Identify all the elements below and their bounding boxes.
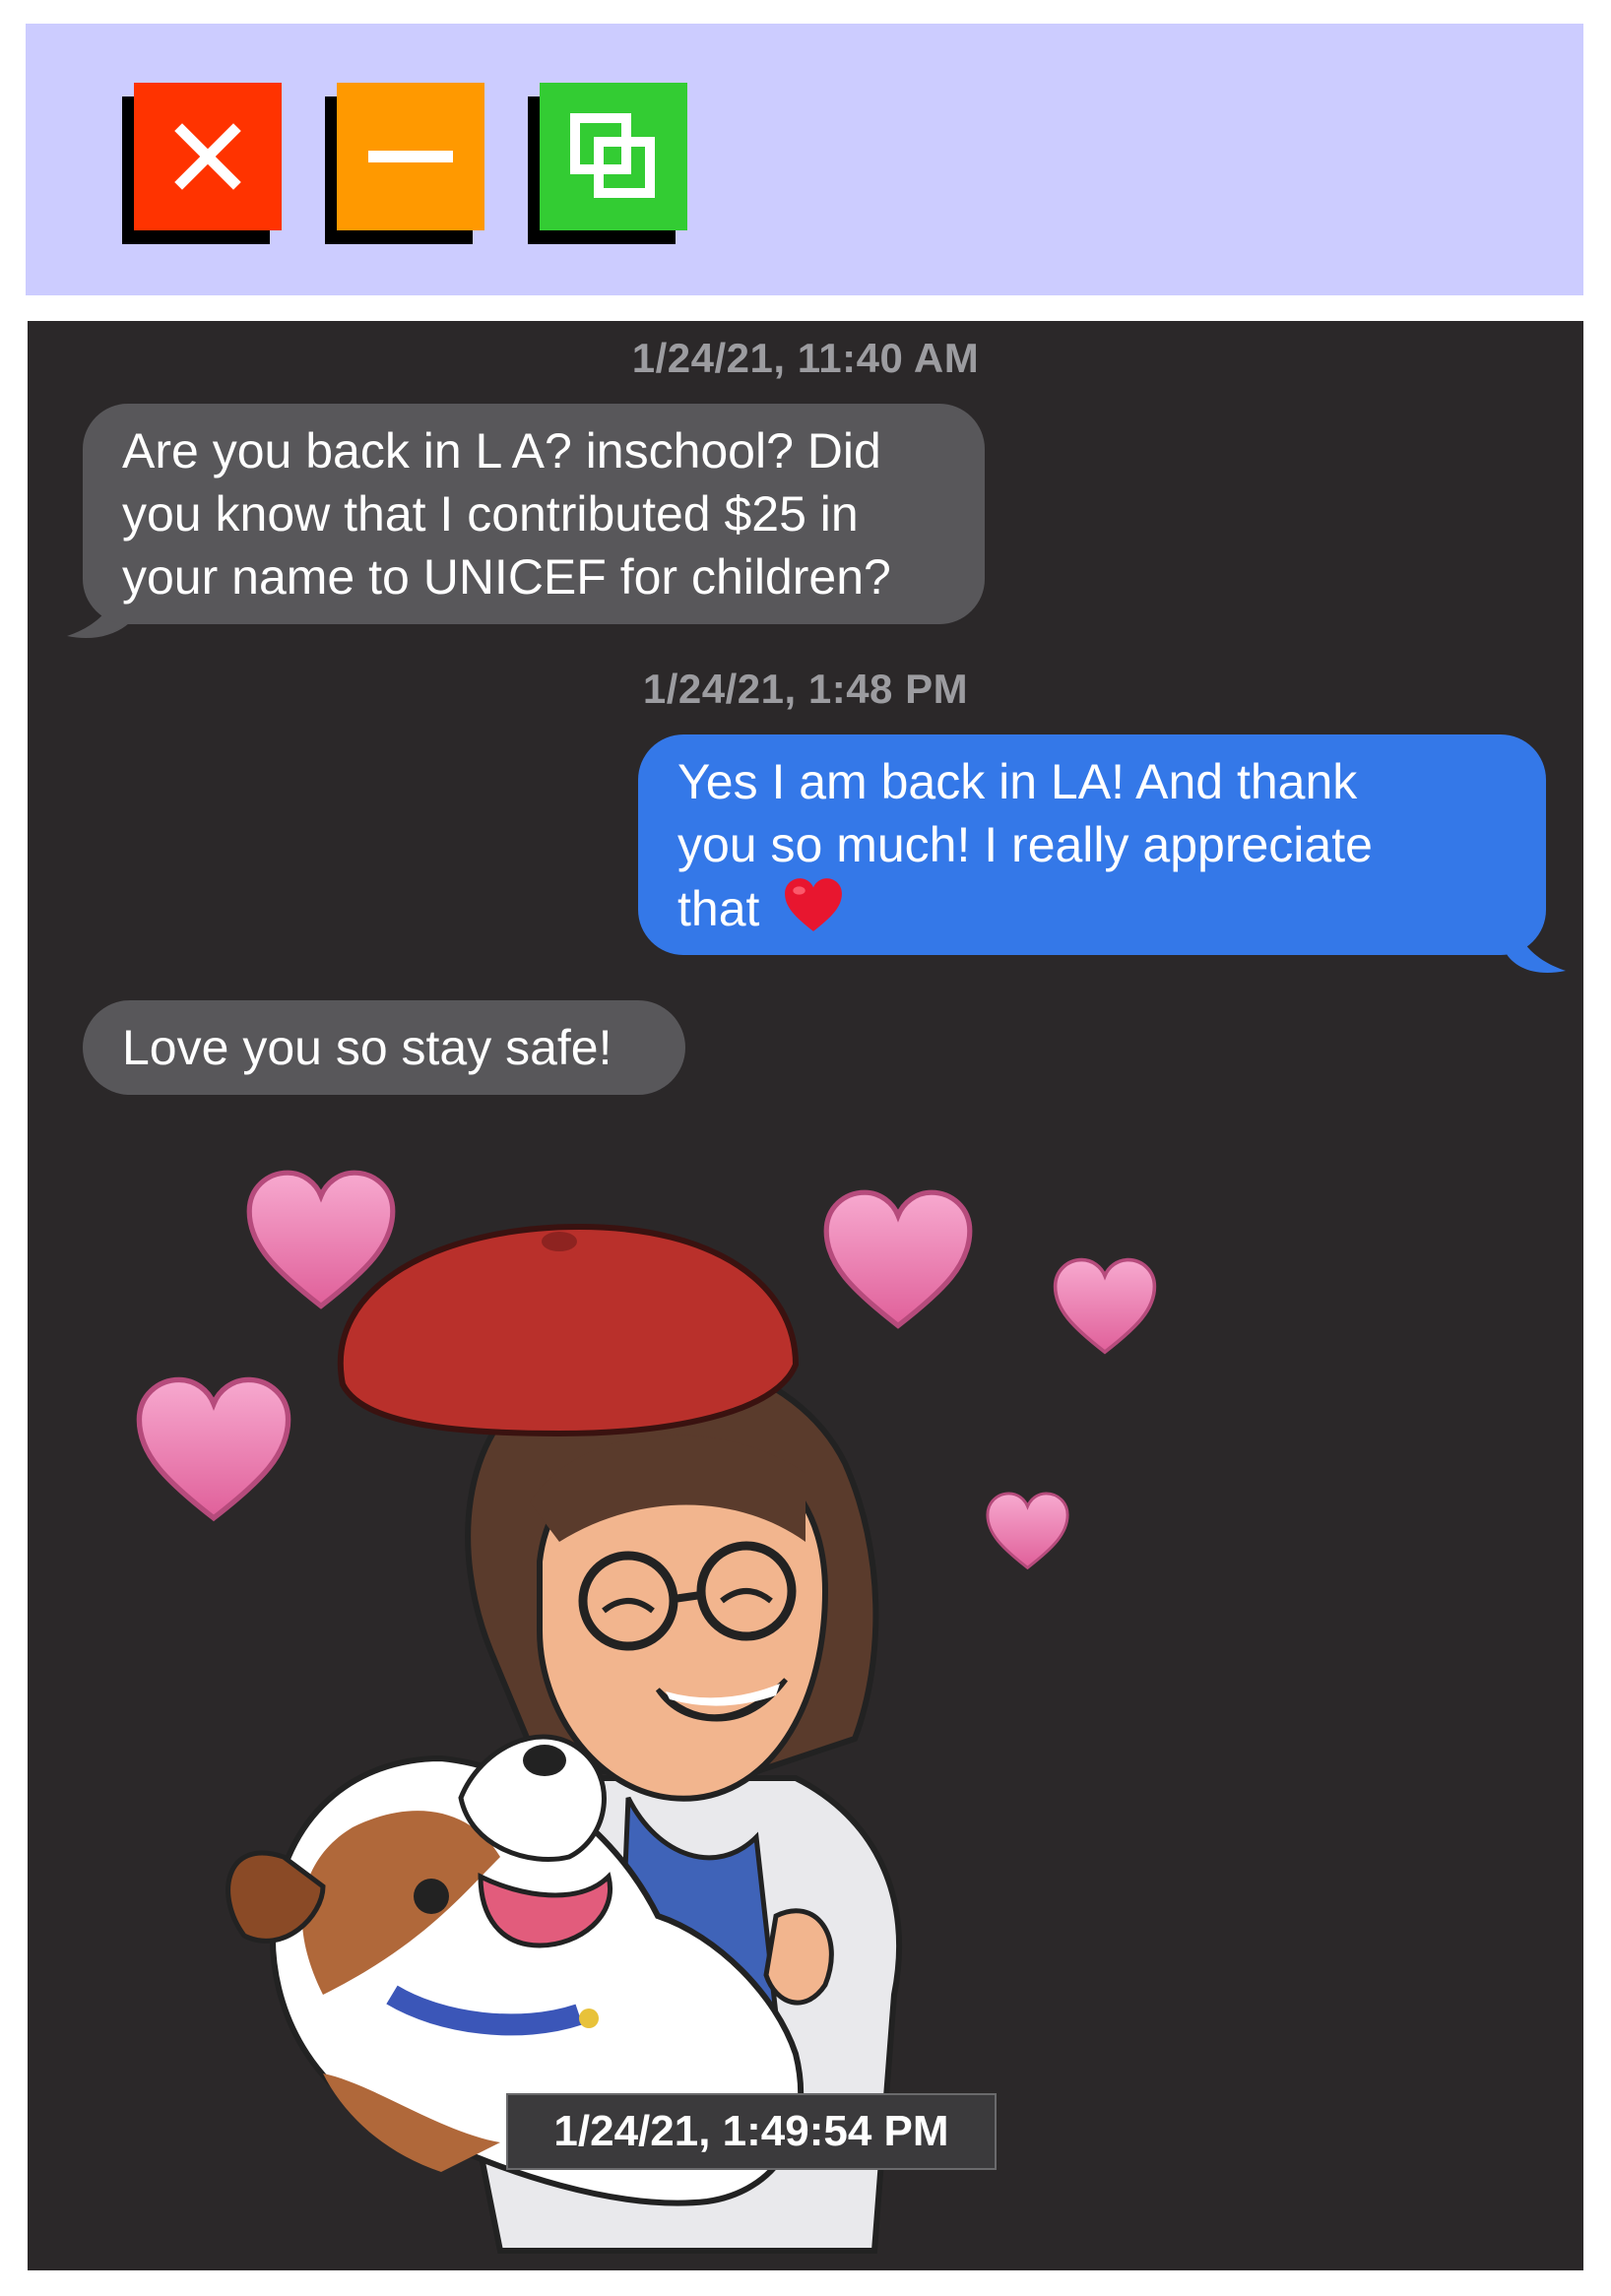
- timestamp-tooltip: 1/24/21, 1:49:54 PM: [506, 2093, 997, 2170]
- minimize-button[interactable]: [337, 83, 484, 230]
- window-titlebar: [26, 24, 1583, 295]
- bitmoji-sticker-image[interactable]: [28, 321, 1583, 2270]
- close-icon: [174, 123, 241, 190]
- restore-button[interactable]: [540, 83, 687, 230]
- restore-icon: [570, 113, 655, 198]
- heart-icon: [823, 1189, 973, 1329]
- heart-icon: [136, 1376, 291, 1522]
- message-transcript[interactable]: 1/24/21, 11:40 AM Are you back in L A? i…: [28, 321, 1583, 2270]
- heart-icon: [246, 1170, 396, 1309]
- close-button[interactable]: [134, 83, 282, 230]
- heart-icon: [986, 1492, 1069, 1570]
- minimize-icon: [368, 151, 453, 162]
- heart-icon: [1053, 1257, 1157, 1355]
